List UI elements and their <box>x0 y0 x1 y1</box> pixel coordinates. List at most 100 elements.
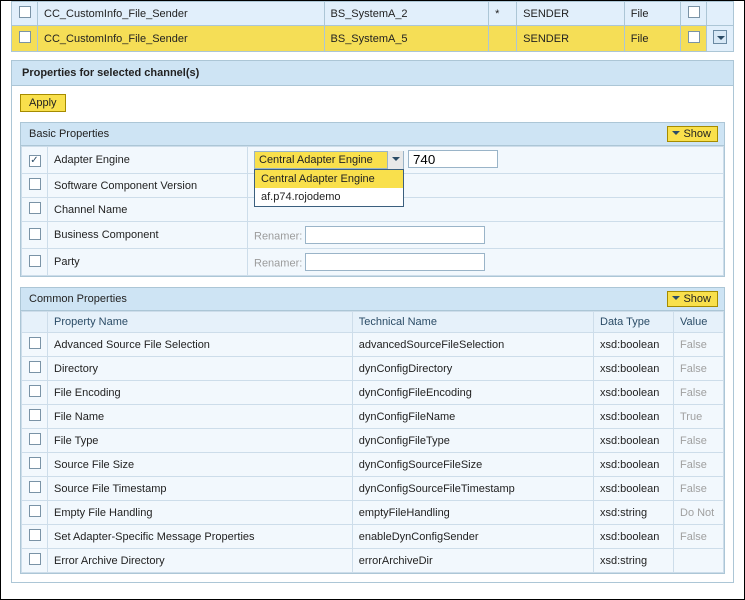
row-checkbox[interactable] <box>29 481 41 493</box>
technical-name: dynConfigSourceFileTimestamp <box>352 477 593 501</box>
scv-label: Software Component Version <box>48 174 248 198</box>
data-type: xsd:boolean <box>594 477 674 501</box>
party-checkbox[interactable] <box>29 255 41 267</box>
business-component-checkbox[interactable] <box>29 228 41 240</box>
party-label: Party <box>48 249 248 276</box>
channel-row: CC_CustomInfo_File_Sender BS_SystemA_5 S… <box>12 26 734 52</box>
value-cell[interactable]: False <box>674 429 724 453</box>
data-type: xsd:string <box>594 501 674 525</box>
property-name: Set Adapter-Specific Message Properties <box>48 525 353 549</box>
col-technical-name[interactable]: Technical Name <box>352 312 593 333</box>
row-checkbox[interactable] <box>29 361 41 373</box>
property-name: Source File Timestamp <box>48 477 353 501</box>
technical-name: dynConfigDirectory <box>352 357 593 381</box>
row-checkbox[interactable] <box>29 457 41 469</box>
channel-flag <box>489 26 517 52</box>
adapter-engine-aux-input[interactable] <box>408 150 498 168</box>
adapter-engine-checkbox[interactable] <box>29 155 41 167</box>
data-type: xsd:string <box>594 549 674 573</box>
row-menu-icon[interactable] <box>713 30 727 44</box>
table-row: Empty File HandlingemptyFileHandlingxsd:… <box>22 501 724 525</box>
row-select-checkbox[interactable] <box>19 6 31 18</box>
value-cell[interactable]: False <box>674 333 724 357</box>
apply-button[interactable]: Apply <box>20 94 66 112</box>
row-checkbox[interactable] <box>29 433 41 445</box>
channel-name[interactable]: CC_CustomInfo_File_Sender <box>38 26 325 52</box>
data-type: xsd:boolean <box>594 453 674 477</box>
table-row: DirectorydynConfigDirectoryxsd:booleanFa… <box>22 357 724 381</box>
dropdown-option[interactable]: Central Adapter Engine <box>255 170 403 188</box>
row-checkbox[interactable] <box>29 553 41 565</box>
table-row: File NamedynConfigFileNamexsd:booleanTru… <box>22 405 724 429</box>
scv-checkbox[interactable] <box>29 178 41 190</box>
technical-name: dynConfigFileName <box>352 405 593 429</box>
row-checkbox[interactable] <box>688 6 700 18</box>
value-cell[interactable]: False <box>674 381 724 405</box>
table-row: File TypedynConfigFileTypexsd:booleanFal… <box>22 429 724 453</box>
technical-name: dynConfigFileEncoding <box>352 381 593 405</box>
technical-name: errorArchiveDir <box>352 549 593 573</box>
value-cell[interactable]: False <box>674 477 724 501</box>
adapter-engine-label: Adapter Engine <box>48 147 248 174</box>
property-name: File Name <box>48 405 353 429</box>
row-checkbox[interactable] <box>688 31 700 43</box>
value-cell[interactable] <box>674 549 724 573</box>
common-properties-header: Common Properties Show <box>21 288 724 311</box>
channel-name-label: Channel Name <box>48 198 248 222</box>
property-name: Empty File Handling <box>48 501 353 525</box>
channel-flag: * <box>489 2 517 26</box>
properties-panel-body: Apply Basic Properties Show Adapter Engi… <box>11 86 734 583</box>
row-checkbox[interactable] <box>29 409 41 421</box>
adapter-engine-menu: Central Adapter Engine af.p74.rojodemo <box>254 169 404 207</box>
property-name: Advanced Source File Selection <box>48 333 353 357</box>
properties-panel-title: Properties for selected channel(s) <box>11 60 734 86</box>
party-input[interactable] <box>305 253 485 271</box>
channel-direction: SENDER <box>517 2 625 26</box>
common-show-button[interactable]: Show <box>667 291 718 307</box>
table-row: Source File TimestampdynConfigSourceFile… <box>22 477 724 501</box>
basic-show-button[interactable]: Show <box>667 126 718 142</box>
row-checkbox[interactable] <box>29 337 41 349</box>
channel-adapter: File <box>624 26 680 52</box>
property-name: Error Archive Directory <box>48 549 353 573</box>
row-checkbox[interactable] <box>29 529 41 541</box>
row-select-checkbox[interactable] <box>19 31 31 43</box>
technical-name: advancedSourceFileSelection <box>352 333 593 357</box>
adapter-engine-dropdown[interactable]: Central Adapter Engine <box>254 151 404 169</box>
business-component-input[interactable] <box>305 226 485 244</box>
data-type: xsd:boolean <box>594 429 674 453</box>
row-checkbox[interactable] <box>29 385 41 397</box>
common-properties-table: Property Name Technical Name Data Type V… <box>21 311 724 573</box>
channel-row: CC_CustomInfo_File_Sender BS_SystemA_2 *… <box>12 2 734 26</box>
data-type: xsd:boolean <box>594 525 674 549</box>
data-type: xsd:boolean <box>594 357 674 381</box>
col-property-name[interactable]: Property Name <box>48 312 353 333</box>
value-cell[interactable]: True <box>674 405 724 429</box>
col-value[interactable]: Value <box>674 312 724 333</box>
basic-properties-header: Basic Properties Show <box>21 123 724 146</box>
property-name: File Encoding <box>48 381 353 405</box>
data-type: xsd:boolean <box>594 405 674 429</box>
chevron-down-icon <box>387 151 403 169</box>
value-cell[interactable]: Do Not <box>674 501 724 525</box>
table-row: Source File SizedynConfigSourceFileSizex… <box>22 453 724 477</box>
table-row: Advanced Source File SelectionadvancedSo… <box>22 333 724 357</box>
channel-system: BS_SystemA_5 <box>324 26 489 52</box>
channel-system: BS_SystemA_2 <box>324 2 489 26</box>
table-row: File EncodingdynConfigFileEncodingxsd:bo… <box>22 381 724 405</box>
value-cell[interactable]: False <box>674 525 724 549</box>
channel-adapter: File <box>624 2 680 26</box>
row-checkbox[interactable] <box>29 505 41 517</box>
dropdown-option[interactable]: af.p74.rojodemo <box>255 188 403 206</box>
value-cell[interactable]: False <box>674 357 724 381</box>
channel-name[interactable]: CC_CustomInfo_File_Sender <box>38 2 325 26</box>
data-type: xsd:boolean <box>594 333 674 357</box>
value-cell[interactable]: False <box>674 453 724 477</box>
channel-name-checkbox[interactable] <box>29 202 41 214</box>
technical-name: emptyFileHandling <box>352 501 593 525</box>
channel-direction: SENDER <box>517 26 625 52</box>
col-data-type[interactable]: Data Type <box>594 312 674 333</box>
channel-table: CC_CustomInfo_File_Sender BS_SystemA_2 *… <box>11 1 734 52</box>
property-name: File Type <box>48 429 353 453</box>
property-name: Source File Size <box>48 453 353 477</box>
